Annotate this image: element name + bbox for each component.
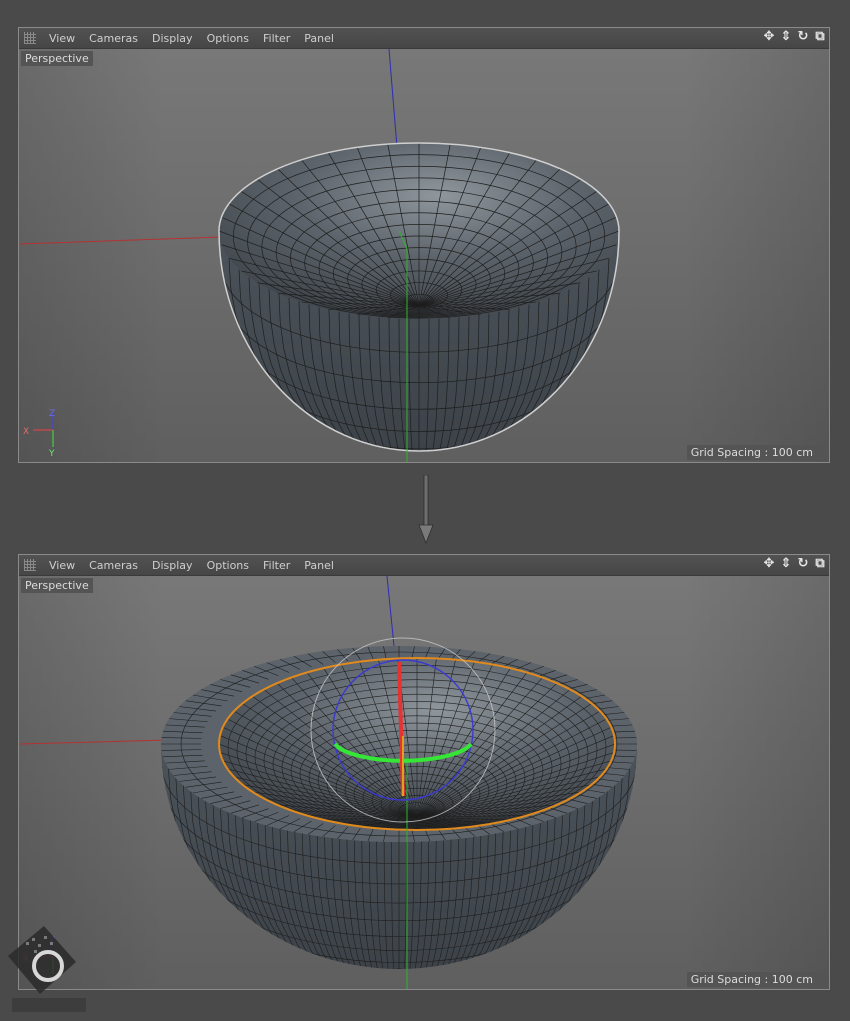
rotate-icon[interactable]: ↻ xyxy=(796,556,810,572)
viewport-nav-icons: ✥ ⇕ ↻ ⧉ xyxy=(762,556,827,572)
menu-view[interactable]: View xyxy=(42,559,82,572)
menu-cameras[interactable]: Cameras xyxy=(82,32,145,45)
watermark-logo xyxy=(8,926,86,1012)
viewport-menubar: View Cameras Display Options Filter Pane… xyxy=(19,555,829,576)
zoom-icon[interactable]: ⇕ xyxy=(779,29,793,45)
viewport-bottom[interactable]: View Cameras Display Options Filter Pane… xyxy=(18,554,830,990)
grid-spacing-label: Grid Spacing : 100 cm xyxy=(686,972,827,987)
menu-options[interactable]: Options xyxy=(200,559,256,572)
gizmo-x-label: X xyxy=(23,427,29,437)
gizmo-y-label: Y xyxy=(48,449,55,459)
down-arrow-icon xyxy=(418,475,434,545)
rotate-icon[interactable]: ↻ xyxy=(796,29,810,45)
maximize-icon[interactable]: ⧉ xyxy=(813,29,827,45)
menu-display[interactable]: Display xyxy=(145,32,200,45)
viewport-top[interactable]: View Cameras Display Options Filter Pane… xyxy=(18,27,830,463)
viewport-canvas[interactable]: Z X Y Perspective Grid Spacing : 100 cm xyxy=(19,576,829,989)
menu-filter[interactable]: Filter xyxy=(256,559,297,572)
viewport-nav-icons: ✥ ⇕ ↻ ⧉ xyxy=(762,29,827,45)
panel-grip-icon[interactable] xyxy=(24,32,36,44)
menu-display[interactable]: Display xyxy=(145,559,200,572)
menu-options[interactable]: Options xyxy=(200,32,256,45)
menu-filter[interactable]: Filter xyxy=(256,32,297,45)
view-label[interactable]: Perspective xyxy=(21,51,93,66)
scene: Z X Y xyxy=(19,49,829,462)
view-label[interactable]: Perspective xyxy=(21,578,93,593)
move-icon[interactable]: ✥ xyxy=(762,556,776,572)
maximize-icon[interactable]: ⧉ xyxy=(813,556,827,572)
menu-panel[interactable]: Panel xyxy=(297,559,341,572)
scene: Z X Y xyxy=(19,576,829,989)
grid-spacing-label: Grid Spacing : 100 cm xyxy=(686,445,827,460)
menu-view[interactable]: View xyxy=(42,32,82,45)
menu-cameras[interactable]: Cameras xyxy=(82,559,145,572)
panel-grip-icon[interactable] xyxy=(24,559,36,571)
viewport-canvas[interactable]: Z X Y Perspective Grid Spacing : 100 cm xyxy=(19,49,829,462)
menu-panel[interactable]: Panel xyxy=(297,32,341,45)
zoom-icon[interactable]: ⇕ xyxy=(779,556,793,572)
viewport-menubar: View Cameras Display Options Filter Pane… xyxy=(19,28,829,49)
move-icon[interactable]: ✥ xyxy=(762,29,776,45)
gizmo-z-label: Z xyxy=(49,409,55,419)
